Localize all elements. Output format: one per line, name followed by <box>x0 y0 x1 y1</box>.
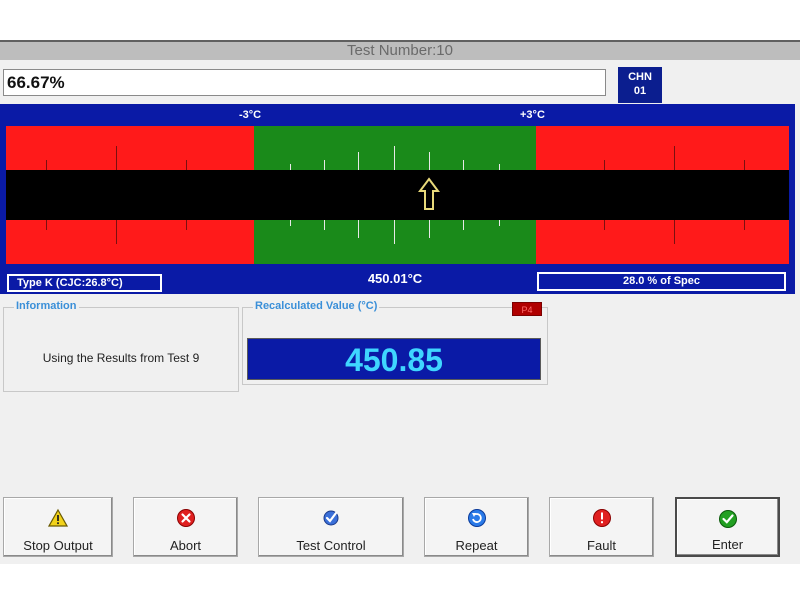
enter-button[interactable]: Enter <box>675 497 780 557</box>
scale-tick <box>186 160 187 170</box>
scale-tick <box>674 146 675 170</box>
scale-tick <box>429 220 430 238</box>
scale-tick <box>324 220 325 230</box>
scale-tick <box>463 220 464 230</box>
pointer-track <box>6 170 789 220</box>
channel-number: 01 <box>633 85 647 97</box>
deviation-meter: -3°C +3°C Type K (CJC:26.8°C) 450.01°C 2… <box>0 104 795 294</box>
scale-tick <box>358 152 359 170</box>
scale-tick <box>674 220 675 244</box>
window-title: Test Number:10 <box>0 42 800 60</box>
scale-tick <box>604 220 605 230</box>
scale-tick <box>429 152 430 170</box>
repeat-label: Repeat <box>455 538 498 553</box>
thermocouple-type-label: Type K (CJC:26.8°C) <box>7 274 162 292</box>
test-control-label: Test Control <box>296 538 366 553</box>
scale-tick <box>186 220 187 230</box>
recalculated-value-panel: Recalculated Value (°C) P4 450.85 <box>242 300 548 385</box>
meter-scale-bottom <box>6 220 789 264</box>
scale-tick <box>358 220 359 238</box>
recalculated-value: 450.85 <box>247 338 541 380</box>
out-of-range-zone-right <box>536 220 789 264</box>
out-of-range-zone-left <box>6 126 254 170</box>
p4-badge: P4 <box>512 302 542 316</box>
channel-indicator: CHN 01 <box>618 67 662 103</box>
meter-scale-top <box>6 126 789 170</box>
test-window: Test Number:10 66.67% CHN 01 -3°C +3°C T… <box>0 40 800 564</box>
scale-tick <box>116 220 117 244</box>
repeat-icon <box>467 509 486 527</box>
in-range-zone <box>254 220 536 264</box>
abort-button[interactable]: Abort <box>133 497 238 557</box>
checkmark-icon <box>323 510 339 526</box>
spec-percentage: 28.0 % of Spec <box>537 272 786 291</box>
test-control-button[interactable]: Test Control <box>258 497 404 557</box>
stop-output-button[interactable]: Stop Output <box>3 497 113 557</box>
fault-icon <box>592 509 611 527</box>
scale-tick <box>46 220 47 230</box>
progress-text: 66.67% <box>3 69 606 96</box>
right-limit-label: +3°C <box>520 109 545 121</box>
warning-icon <box>48 508 68 527</box>
fault-button[interactable]: Fault <box>549 497 654 557</box>
information-title: Information <box>14 300 79 312</box>
scale-tick <box>744 220 745 230</box>
check-circle-icon <box>718 510 737 528</box>
in-range-zone <box>254 126 536 170</box>
scale-tick <box>499 220 500 226</box>
abort-icon <box>176 509 195 527</box>
scale-tick <box>116 146 117 170</box>
out-of-range-zone-left <box>6 220 254 264</box>
recalculated-title: Recalculated Value (°C) <box>253 300 380 312</box>
channel-label: CHN <box>628 71 652 83</box>
scale-tick <box>324 160 325 170</box>
scale-tick <box>744 160 745 170</box>
scale-tick <box>463 160 464 170</box>
enter-label: Enter <box>711 537 744 552</box>
information-panel: Information Using the Results from Test … <box>3 300 239 392</box>
information-text: Using the Results from Test 9 <box>42 351 200 365</box>
deviation-pointer-icon <box>418 177 440 210</box>
scale-tick <box>604 160 605 170</box>
scale-tick <box>290 220 291 226</box>
abort-label: Abort <box>169 538 202 553</box>
temperature-reading: 450.01°C <box>367 271 423 286</box>
scale-tick <box>394 146 395 170</box>
out-of-range-zone-right <box>536 126 789 170</box>
stop-output-label: Stop Output <box>23 538 93 553</box>
scale-tick <box>46 160 47 170</box>
left-limit-label: -3°C <box>239 109 262 121</box>
repeat-button[interactable]: Repeat <box>424 497 529 557</box>
fault-label: Fault <box>587 538 616 553</box>
scale-tick <box>394 220 395 244</box>
